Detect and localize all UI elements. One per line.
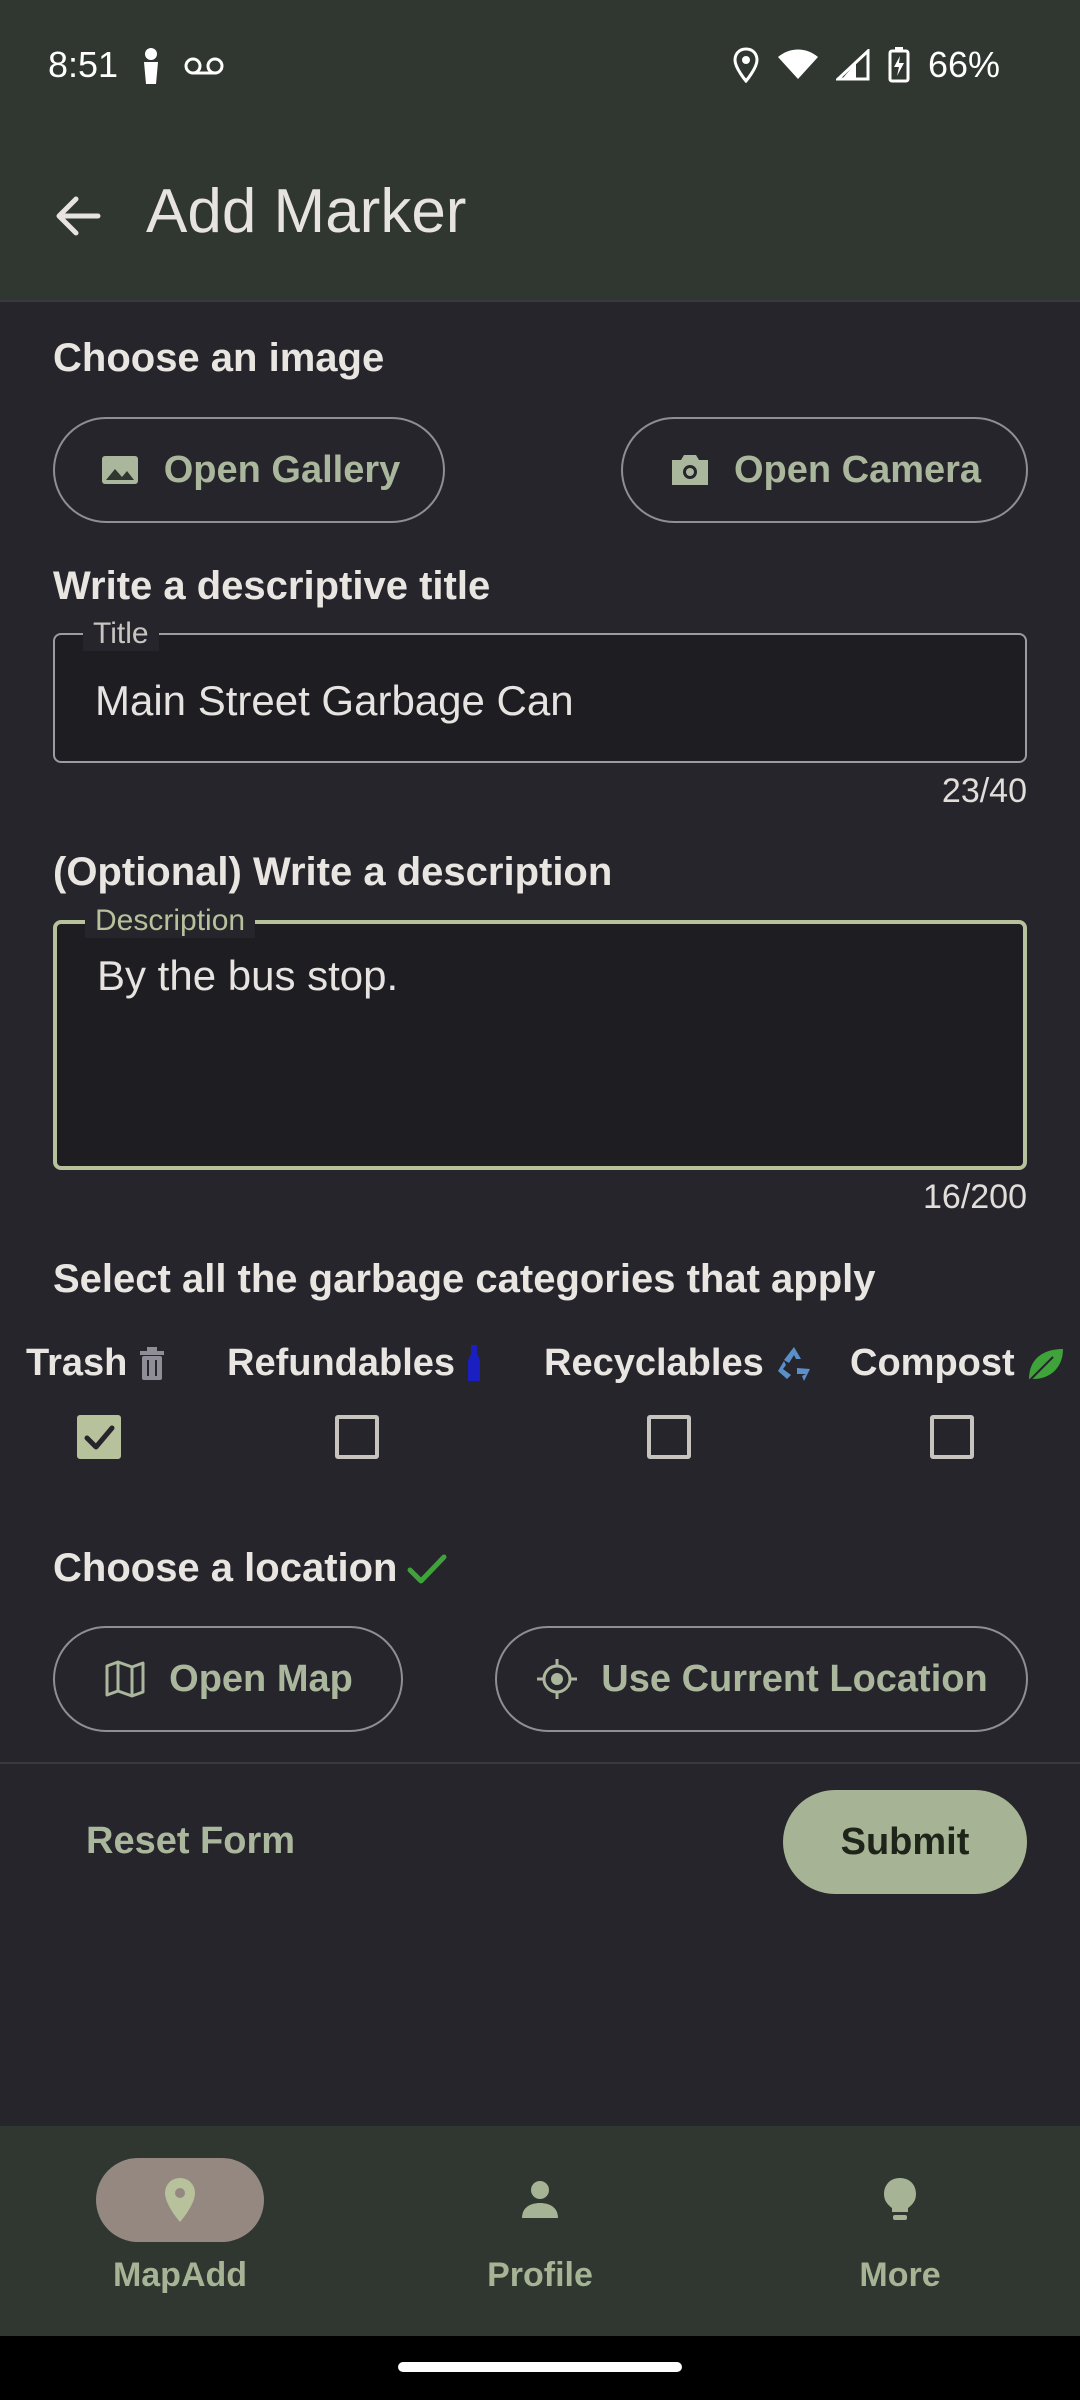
nav-item-profile[interactable]: Profile [360,2126,720,2336]
use-current-location-button[interactable]: Use Current Location [495,1626,1028,1732]
description-char-counter: 16/200 [923,1178,1027,1216]
trash-checkbox[interactable] [77,1415,121,1459]
bottle-icon [468,1344,481,1381]
leaf-icon [1027,1348,1063,1382]
image-icon [101,456,138,484]
person-icon [522,2181,558,2218]
image-section-heading: Choose an image [53,336,385,380]
nav-active-indicator [96,2158,264,2242]
arrow-left-icon[interactable] [52,190,104,242]
nav-item-mapadd[interactable]: MapAdd [0,2126,360,2336]
title-field[interactable]: Title Main Street Garbage Can [53,617,1027,763]
recyclables-checkbox[interactable] [647,1415,691,1459]
open-gallery-label: Open Gallery [163,448,401,491]
category-compost-label: Compost [850,1342,1065,1385]
location-section-heading: Choose a location [53,1546,448,1591]
title-field-label: Title [83,617,159,651]
app-bar: Add Marker [0,130,1080,300]
recycle-icon [777,1346,810,1381]
status-bar: 8:51 66% [0,0,1080,130]
open-map-label: Open Map [169,1657,353,1700]
trash-icon [140,1346,165,1380]
status-time: 8:51 [48,44,119,85]
category-label: Recyclables [544,1342,764,1384]
refundables-checkbox[interactable] [335,1415,379,1459]
nav-item-more[interactable]: More [720,2126,1080,2336]
battery-percent: 66% [927,44,1000,85]
category-recyclables-label: Recyclables [544,1342,814,1385]
nav-icon-container [816,2158,984,2242]
location-heading-text: Choose a location [53,1546,398,1590]
submit-button[interactable]: Submit [783,1790,1027,1894]
app-bar-divider [0,300,1080,302]
wifi-icon [777,49,818,79]
category-trash-label: Trash [26,1342,167,1385]
signal-icon [835,49,870,81]
category-label: Trash [26,1342,128,1384]
open-map-button[interactable]: Open Map [53,1626,403,1732]
category-label: Compost [850,1342,1015,1384]
reset-form-button[interactable]: Reset Form [86,1820,295,1863]
nav-icon-container [456,2158,624,2242]
category-refundables-label: Refundables [227,1342,483,1385]
nav-label-profile: Profile [487,2256,593,2294]
description-section-heading: (Optional) Write a description [53,850,613,894]
nav-label-more: More [859,2256,941,2294]
nav-label-mapadd: MapAdd [112,2256,248,2294]
map-icon [105,1660,145,1698]
check-icon [407,1554,446,1583]
description-field[interactable]: Description By the bus stop. [53,904,1027,1170]
lock-person-icon [144,48,158,84]
compost-checkbox[interactable] [930,1415,974,1459]
my-location-icon [537,1659,578,1699]
use-current-location-label: Use Current Location [601,1657,988,1700]
open-camera-label: Open Camera [733,448,982,491]
open-gallery-button[interactable]: Open Gallery [53,417,445,523]
page-title: Add Marker [146,177,467,246]
description-field-value[interactable]: By the bus stop. [97,952,398,1000]
battery-charging-icon [888,47,910,83]
open-camera-button[interactable]: Open Camera [621,417,1028,523]
bottom-navigation: MapAdd Profile More [0,2126,1080,2336]
home-gesture-bar[interactable] [398,2362,682,2372]
location-icon [733,47,759,83]
category-label: Refundables [227,1342,456,1384]
camera-icon [671,455,708,485]
voicemail-icon [184,57,224,75]
lightbulb-icon [884,2178,916,2220]
title-section-heading: Write a descriptive title [53,564,491,608]
title-field-value[interactable]: Main Street Garbage Can [95,677,574,725]
title-char-counter: 23/40 [941,772,1027,810]
actions-divider [0,1762,1080,1764]
categories-section-heading: Select all the garbage categories that a… [53,1257,876,1301]
checkmark-icon [84,1425,115,1450]
map-pin-icon [165,2178,195,2222]
description-field-label: Description [85,904,256,938]
